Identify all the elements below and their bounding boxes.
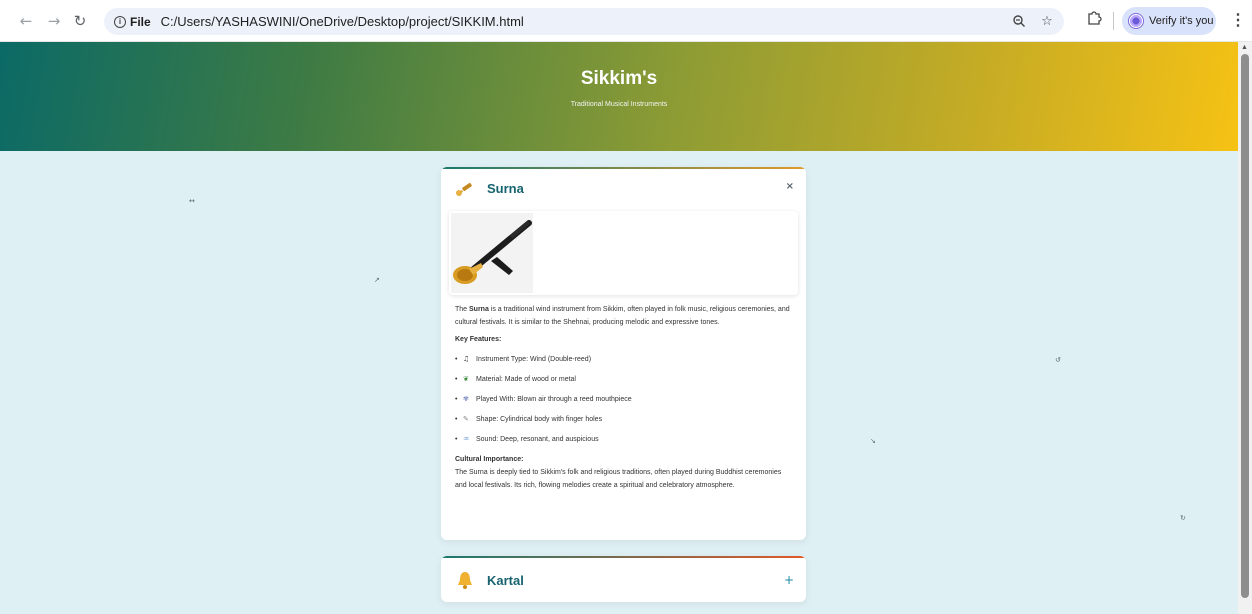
scroll-thumb[interactable] [1241,54,1249,598]
bullet: • [455,415,458,423]
features-heading: Key Features: [455,336,502,343]
scroll-up-icon[interactable]: ▲ [1241,44,1248,51]
reload-icon[interactable]: ↻ [68,9,92,33]
card-title: Kartal [487,572,524,588]
verify-label: Verify it's you [1149,15,1214,27]
star-icon[interactable]: ☆ [1038,12,1056,30]
feature-text: Material: Made of wood or metal [476,375,576,383]
back-icon[interactable]: ← [14,9,38,33]
floating-note-icon: ↺ [1055,356,1061,364]
bullet: • [455,435,458,443]
instrument-card-surna: Surna × The Surna is a traditional wind … [441,167,806,540]
feature-text: Played With: Blown air through a reed mo… [476,395,632,403]
collapse-icon[interactable]: × [786,181,794,192]
browser-toolbar: ← → ↻ i File C:/Users/YASHASWINI/OneDriv… [0,0,1252,42]
feature-text: Instrument Type: Wind (Double-reed) [476,355,592,363]
instrument-card-kartal: Kartal + [441,556,806,602]
site-info-chip[interactable]: i File [114,15,151,29]
feature-item: • ♫ Instrument Type: Wind (Double-reed) [455,349,792,369]
expand-icon[interactable]: + [784,573,794,587]
intro-bold: Surna [469,306,489,313]
zoom-icon[interactable] [1010,12,1028,30]
forward-icon[interactable]: → [42,9,66,33]
cultural-paragraph: The Surna is deeply tied to Sikkim's fol… [455,469,782,489]
floating-note-icon: ↔ [189,197,195,205]
page-title: Sikkim's [580,68,658,89]
menu-icon[interactable]: ⋮ [1230,10,1246,30]
cultural-heading: Cultural Importance: [455,456,524,463]
feature-item: • ❦ Material: Made of wood or metal [455,369,792,389]
bullet: • [455,355,458,363]
intro-text: The [455,306,470,313]
profile-avatar [1128,13,1144,29]
verify-button[interactable]: Verify it's you [1122,7,1216,35]
intro-text: is a traditional wind instrument from Si… [455,306,790,326]
feature-text: Shape: Cylindrical body with finger hole… [476,415,603,423]
sound-icon: ♒ [463,434,470,443]
page-subtitle: Traditional Musical Instruments [570,101,668,108]
music-note-icon: ♫ [463,354,470,363]
card-header[interactable]: Surna × [441,169,806,207]
card-body: The Surna is a traditional wind instrume… [441,295,806,492]
surna-image [451,213,533,293]
info-icon: i [114,15,126,28]
feature-item: • ✾ Played With: Blown air through a ree… [455,389,792,409]
feature-text: Sound: Deep, resonant, and auspicious [476,435,599,443]
bell-icon [455,570,475,590]
feature-item: • ♒ Sound: Deep, resonant, and auspiciou… [455,429,792,449]
bullet: • [455,375,458,383]
leaf-icon: ❦ [463,374,469,383]
wind-icon: ✾ [463,394,469,403]
extensions-icon[interactable] [1086,9,1102,29]
url-text[interactable]: C:/Users/YASHASWINI/OneDrive/Desktop/pro… [161,14,524,29]
url-prefix: File [130,14,151,29]
floating-note-icon: ↘ [870,437,876,445]
feature-item: • ✎ Shape: Cylindrical body with finger … [455,409,792,429]
floating-note-icon: ↻ [1180,514,1186,522]
floating-note-icon: ↗ [374,276,380,284]
intro-paragraph: The Surna is a traditional wind instrume… [455,303,792,329]
instrument-image-container [449,211,798,295]
card-header[interactable]: Kartal + [441,558,806,602]
bullet: • [455,395,458,403]
toolbar-separator [1113,12,1114,30]
address-bar[interactable]: i File C:/Users/YASHASWINI/OneDrive/Desk… [104,8,1064,35]
card-title: Surna [487,180,524,196]
page-scrollbar[interactable]: ▲ [1238,42,1252,614]
hero-banner: Sikkim's Traditional Musical Instruments [0,42,1238,151]
ruler-icon: ✎ [463,414,469,423]
trumpet-icon [455,178,475,198]
